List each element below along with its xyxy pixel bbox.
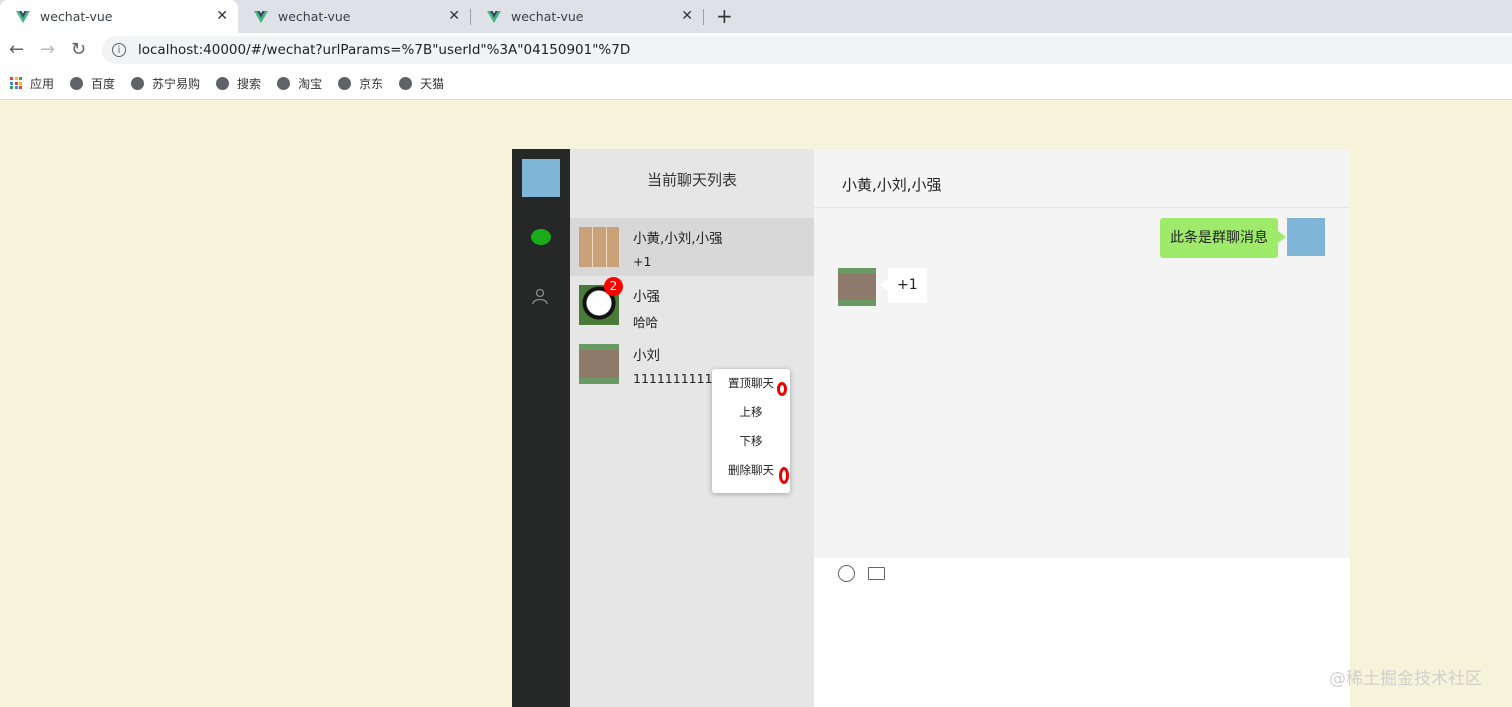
- globe-icon: [70, 76, 84, 90]
- group-avatar: [579, 227, 619, 267]
- info-icon[interactable]: i: [112, 43, 126, 57]
- folder-icon[interactable]: [868, 567, 885, 580]
- chat-name: 小强: [633, 289, 660, 305]
- vue-logo-icon: [254, 10, 268, 23]
- bookmark-taobao[interactable]: 淘宝: [277, 75, 322, 92]
- tab-bar: wechat-vue ✕ wechat-vue ✕ wechat-vue ✕ +: [0, 0, 1512, 33]
- tab-title: wechat-vue: [511, 9, 584, 24]
- message-composer[interactable]: [814, 558, 1350, 707]
- tab-divider: [703, 9, 704, 25]
- bookmark-label: 百度: [91, 76, 116, 91]
- menu-delete-chat[interactable]: 删除聊天: [712, 456, 790, 485]
- chat-icon[interactable]: [531, 229, 551, 245]
- highlight-ring-icon: [779, 467, 789, 484]
- contacts-icon[interactable]: [532, 287, 550, 305]
- menu-move-down[interactable]: 下移: [712, 427, 790, 456]
- bookmark-jd[interactable]: 京东: [338, 75, 383, 92]
- chat-last-message: +1: [633, 254, 652, 269]
- bookmark-label: 应用: [30, 76, 55, 91]
- conversation-title: 小黄,小刘,小强: [842, 176, 942, 194]
- wechat-app: 当前聊天列表 小黄,小刘,小强 +1 2 小强 哈哈 小刘 1111111111…: [512, 149, 1350, 707]
- chat-last-message: 哈哈: [633, 315, 659, 330]
- outgoing-message: 此条是群聊消息: [1160, 218, 1286, 258]
- bookmarks-bar: 应用 百度 苏宁易购 搜索 淘宝 京东 天猫: [0, 67, 1512, 100]
- new-tab-icon[interactable]: +: [716, 4, 733, 28]
- close-tab-icon[interactable]: ✕: [681, 8, 693, 24]
- bookmark-label: 天猫: [420, 76, 445, 91]
- vue-logo-icon: [487, 10, 501, 23]
- globe-icon: [277, 76, 291, 90]
- reload-icon[interactable]: ↻: [71, 39, 86, 60]
- bear-avatar: [579, 344, 619, 384]
- bookmark-search[interactable]: 搜索: [216, 75, 261, 92]
- unread-badge: 2: [604, 277, 623, 296]
- my-avatar[interactable]: [522, 159, 560, 197]
- nav-sidebar: [512, 149, 570, 707]
- browser-toolbar: ← → ↻ i localhost:40000/#/wechat?urlPara…: [0, 33, 1512, 67]
- chat-list-item[interactable]: 小黄,小刘,小强 +1: [570, 218, 814, 276]
- bookmark-suning[interactable]: 苏宁易购: [131, 75, 200, 92]
- browser-tab-1[interactable]: wechat-vue ✕: [0, 0, 238, 33]
- bookmark-label: 搜索: [237, 76, 262, 91]
- back-icon[interactable]: ←: [9, 39, 24, 60]
- browser-tab-3[interactable]: wechat-vue ✕: [471, 0, 703, 33]
- chat-name: 小黄,小刘,小强: [633, 231, 723, 247]
- close-tab-icon[interactable]: ✕: [216, 8, 228, 24]
- browser-tab-2[interactable]: wechat-vue ✕: [238, 0, 470, 33]
- vue-logo-icon: [16, 10, 30, 23]
- address-bar[interactable]: i localhost:40000/#/wechat?urlParams=%7B…: [102, 36, 1512, 64]
- chat-list-item[interactable]: 2 小强 哈哈: [570, 276, 814, 334]
- bookmark-label: 京东: [359, 76, 384, 91]
- bookmark-label: 苏宁易购: [152, 76, 201, 91]
- globe-icon: [399, 76, 413, 90]
- emoji-icon[interactable]: [838, 565, 855, 582]
- tab-title: wechat-vue: [40, 9, 113, 24]
- chat-name: 小刘: [633, 348, 660, 364]
- forward-icon[interactable]: →: [40, 39, 55, 60]
- watermark: @稀土掘金技术社区: [1329, 669, 1482, 689]
- bookmark-label: 淘宝: [298, 76, 323, 91]
- incoming-message: +1: [880, 268, 927, 303]
- bookmark-tmall[interactable]: 天猫: [399, 75, 444, 92]
- sender-avatar: [1287, 218, 1325, 256]
- menu-move-up[interactable]: 上移: [712, 398, 790, 427]
- globe-icon: [131, 76, 145, 90]
- bookmark-baidu[interactable]: 百度: [70, 75, 115, 92]
- globe-icon: [216, 76, 230, 90]
- apps-grid-icon: [10, 77, 22, 89]
- close-tab-icon[interactable]: ✕: [448, 8, 460, 24]
- bookmark-apps[interactable]: 应用: [0, 75, 54, 92]
- tab-title: wechat-vue: [278, 9, 351, 24]
- chat-list-title: 当前聊天列表: [646, 171, 737, 189]
- url-text[interactable]: localhost:40000/#/wechat?urlParams=%7B"u…: [138, 42, 630, 58]
- bear-avatar: [838, 268, 876, 306]
- highlight-ring-icon: [777, 382, 787, 396]
- context-menu: 置顶聊天 上移 下移 删除聊天: [712, 369, 790, 493]
- globe-icon: [338, 76, 352, 90]
- header-divider: [814, 207, 1350, 208]
